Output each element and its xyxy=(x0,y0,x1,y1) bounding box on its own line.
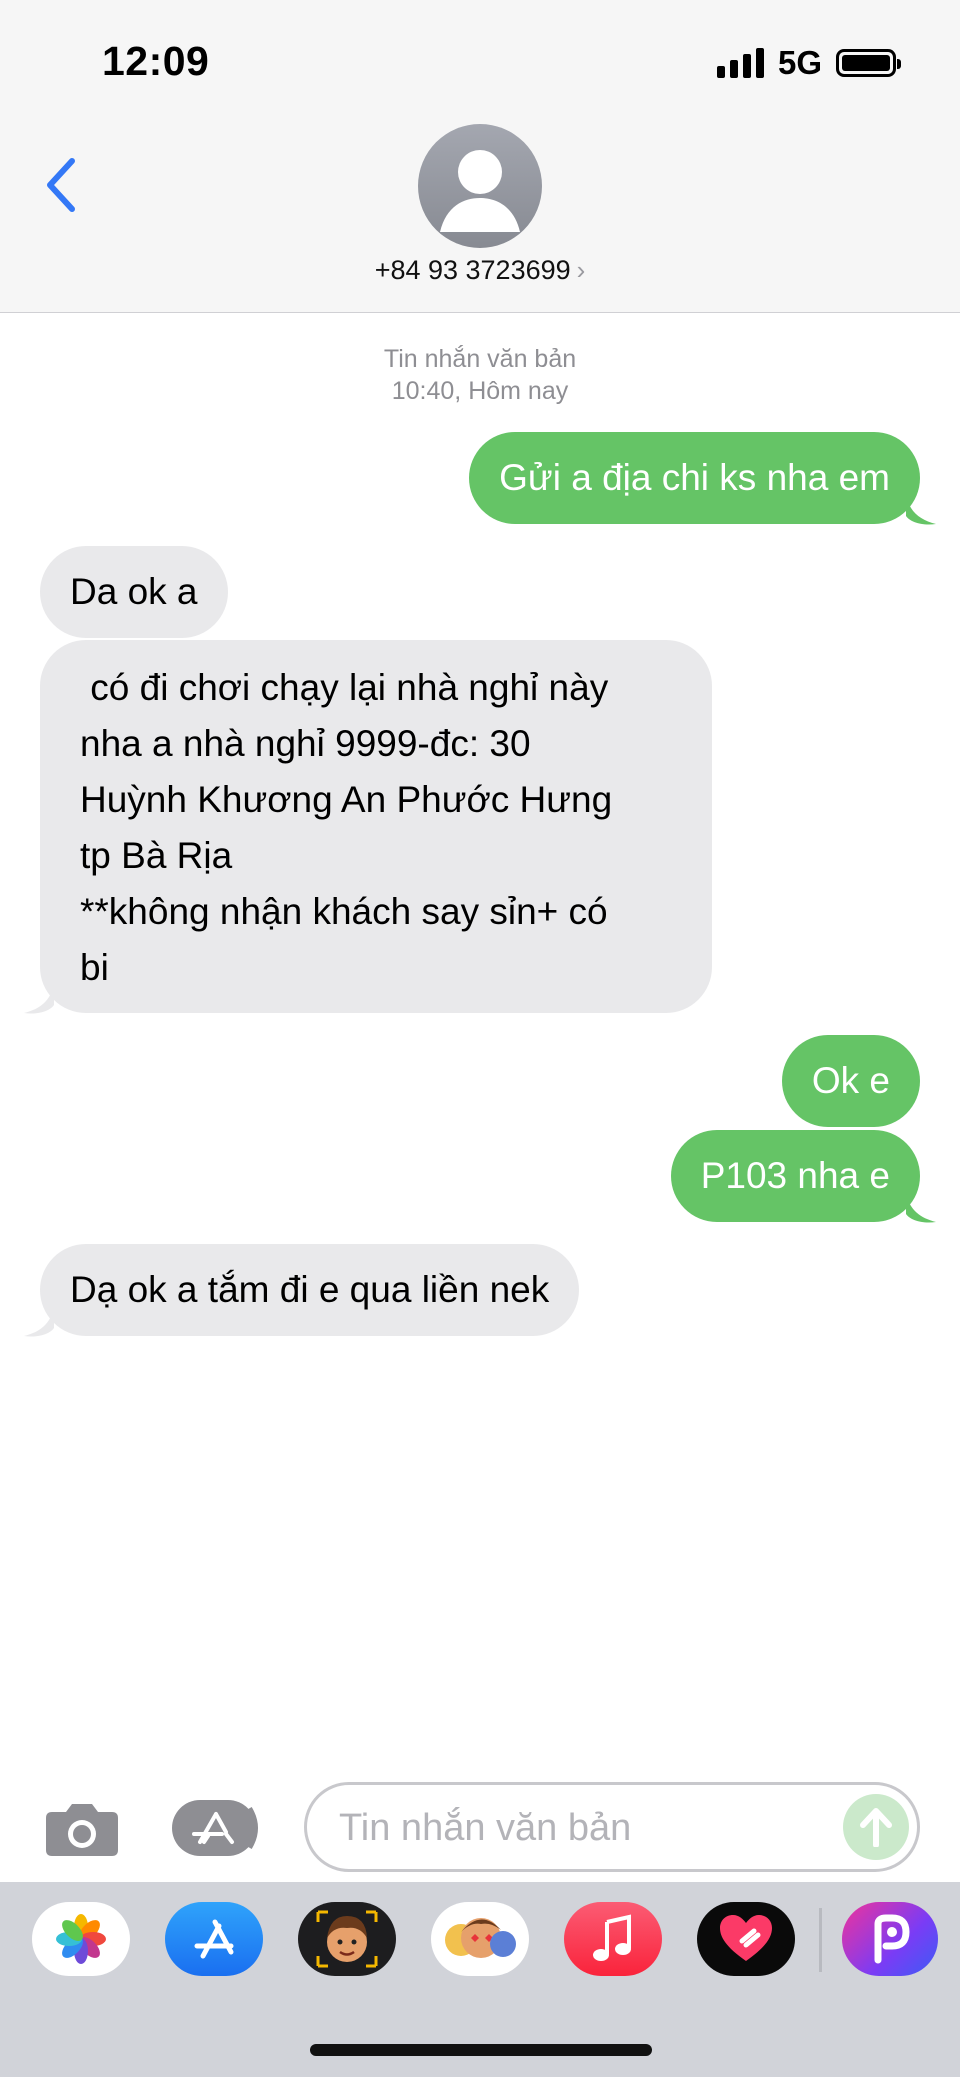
message-input-container xyxy=(304,1782,920,1872)
message-bubble-outgoing[interactable]: Ok e xyxy=(781,1035,920,1127)
app-store-a-icon xyxy=(194,1919,234,1959)
photos-flower-icon xyxy=(56,1914,106,1964)
message-timestamp: 10:40, Hôm nay xyxy=(391,377,569,405)
message-input[interactable] xyxy=(337,1785,821,1871)
contact-avatar[interactable] xyxy=(418,124,542,248)
animoji-stickers-icon[interactable] xyxy=(431,1902,529,1976)
message-bubble-incoming[interactable]: Dạ ok a tắm đi e qua liền nek xyxy=(40,1244,580,1336)
bubble-tail xyxy=(906,496,936,525)
heart-icon xyxy=(720,1915,772,1961)
contact-number: +84 93 3723699 xyxy=(374,255,571,285)
message-bubble-outgoing[interactable]: P103 nha e xyxy=(670,1130,920,1222)
bubble-tail xyxy=(24,1308,54,1337)
status-time: 12:09 xyxy=(102,38,210,84)
status-indicators: 5G xyxy=(716,44,901,82)
music-note-icon xyxy=(593,1914,631,1961)
message-bubble-incoming[interactable]: có đi chơi chạy lại nhà nghỉ này nha a n… xyxy=(40,640,712,1013)
battery-icon xyxy=(836,49,901,77)
bubble-tail xyxy=(906,1194,936,1223)
picsart-p-icon xyxy=(874,1914,910,1964)
music-icon[interactable] xyxy=(564,1902,662,1976)
picsart-icon[interactable] xyxy=(842,1902,938,1976)
home-indicator[interactable] xyxy=(310,2044,652,2056)
bubble-tail xyxy=(24,985,54,1014)
message-bubble-incoming[interactable]: Da ok a xyxy=(40,546,228,638)
app-store-icon xyxy=(172,1800,258,1856)
stickers-faces-icon xyxy=(445,1918,516,1958)
send-button[interactable] xyxy=(843,1794,909,1860)
message-type-label: Tin nhắn văn bản xyxy=(383,345,577,373)
camera-button[interactable] xyxy=(44,1800,120,1858)
apps-button[interactable] xyxy=(170,1798,262,1858)
arrow-up-icon xyxy=(860,1808,892,1847)
cellular-signal-icon xyxy=(716,48,764,78)
app-store-icon[interactable] xyxy=(165,1902,263,1976)
chevron-left-icon xyxy=(47,158,75,212)
app-drawer xyxy=(0,1882,960,2077)
photos-icon[interactable] xyxy=(32,1902,130,1976)
camera-icon xyxy=(46,1804,118,1856)
digital-touch-icon[interactable] xyxy=(697,1902,795,1976)
person-icon xyxy=(440,150,520,232)
conversation-header: 12:09 5G +84 93 3723699 › xyxy=(0,0,960,313)
memoji-face-icon xyxy=(316,1910,378,1968)
composer-bar xyxy=(0,1760,960,1880)
message-bubble-outgoing[interactable]: Gửi a địa chi ks nha em xyxy=(469,432,920,524)
contact-details-button[interactable]: +84 93 3723699 › xyxy=(0,255,960,286)
memoji-icon[interactable] xyxy=(298,1902,396,1976)
chevron-right-icon: › xyxy=(576,255,586,285)
network-type: 5G xyxy=(777,44,822,81)
dock-divider xyxy=(819,1908,822,1972)
back-button[interactable] xyxy=(36,150,86,220)
